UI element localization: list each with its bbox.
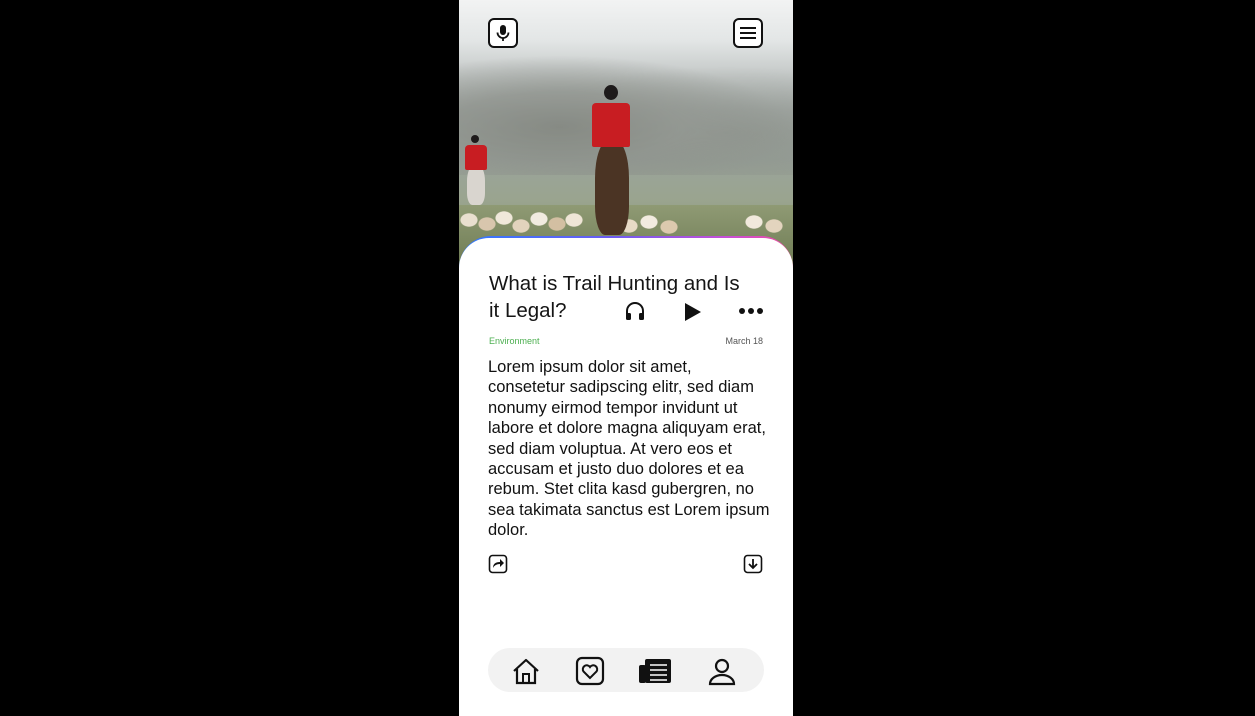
horse — [467, 165, 485, 205]
horse — [595, 140, 629, 235]
download-icon[interactable] — [743, 554, 763, 574]
profile-icon — [708, 658, 736, 686]
phone-screen: What is Trail Hunting and Is it Legal? E… — [459, 0, 793, 716]
article-category[interactable]: Environment — [489, 336, 540, 346]
riding-helmet — [471, 135, 479, 143]
home-icon — [513, 658, 539, 685]
news-icon — [639, 659, 671, 683]
play-icon[interactable] — [682, 302, 702, 322]
more-icon[interactable] — [738, 306, 764, 316]
red-coat — [465, 145, 487, 170]
article-body: Lorem ipsum dolor sit amet, consetetur s… — [488, 358, 770, 540]
headphones-icon[interactable] — [624, 300, 646, 322]
microphone-button[interactable] — [488, 18, 518, 48]
share-icon[interactable] — [488, 554, 508, 574]
nav-news[interactable] — [638, 654, 672, 688]
rider-foreground — [577, 85, 647, 235]
riding-helmet — [604, 85, 618, 100]
nav-favorites[interactable] — [573, 654, 607, 688]
menu-button[interactable] — [733, 18, 763, 48]
article-date: March 18 — [725, 336, 763, 346]
nav-home[interactable] — [509, 654, 543, 688]
article-title: What is Trail Hunting and Is it Legal? — [489, 272, 740, 322]
red-coat — [592, 103, 630, 147]
menu-icon — [740, 27, 756, 39]
bottom-navigation — [488, 648, 764, 692]
nav-profile[interactable] — [705, 654, 739, 688]
heart-icon — [575, 656, 605, 686]
rider-background — [461, 135, 491, 205]
microphone-icon — [496, 25, 510, 41]
